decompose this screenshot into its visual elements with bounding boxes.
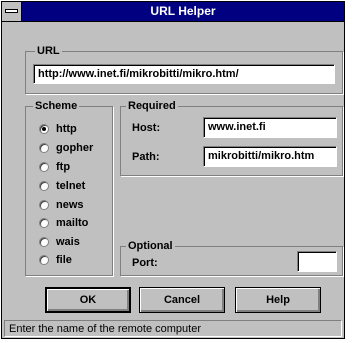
url-input[interactable]: http://www.inet.fi/mikrobitti/mikro.htm/ (33, 64, 335, 84)
window-title: URL Helper (150, 4, 216, 18)
optional-group-label: Optional (126, 240, 175, 252)
scheme-option-news[interactable]: news (39, 196, 109, 214)
scheme-option-wais[interactable]: wais (39, 233, 109, 251)
title-bar: URL Helper (2, 2, 344, 22)
ok-button[interactable]: OK (45, 287, 131, 313)
url-helper-dialog: URL Helper URL http://www.inet.fi/mikrob… (1, 1, 345, 339)
host-label: Host: (132, 122, 161, 134)
required-group-label: Required (126, 100, 178, 112)
scheme-option-http[interactable]: http (39, 120, 109, 138)
radio-icon (39, 162, 49, 172)
scheme-option-file[interactable]: file (39, 251, 109, 269)
scheme-option-label: telnet (56, 180, 86, 192)
scheme-option-label: gopher (56, 142, 94, 154)
scheme-option-mailto[interactable]: mailto (39, 214, 109, 232)
radio-icon (39, 200, 49, 210)
path-label: Path: (132, 151, 160, 163)
scheme-group-label: Scheme (33, 100, 80, 112)
scheme-option-label: ftp (56, 161, 71, 173)
radio-icon (39, 237, 49, 247)
host-input[interactable]: www.inet.fi (203, 117, 337, 138)
help-button[interactable]: Help (235, 287, 321, 313)
radio-icon (39, 218, 49, 228)
radio-icon (39, 181, 49, 191)
status-bar: Enter the name of the remote computer (4, 320, 342, 337)
port-label: Port: (132, 257, 158, 269)
scheme-option-label: http (56, 123, 77, 135)
port-input[interactable] (297, 251, 337, 272)
system-menu-button[interactable] (2, 2, 22, 21)
scheme-option-ftp[interactable]: ftp (39, 158, 109, 176)
path-input[interactable]: mikrobitti/mikro.htm (203, 146, 337, 167)
radio-checked-icon (39, 124, 49, 134)
radio-icon (39, 143, 49, 153)
scheme-option-label: news (56, 199, 84, 211)
system-menu-icon (5, 9, 18, 13)
scheme-option-gopher[interactable]: gopher (39, 139, 109, 157)
cancel-button[interactable]: Cancel (139, 287, 225, 313)
scheme-option-telnet[interactable]: telnet (39, 177, 109, 195)
scheme-option-label: wais (56, 236, 80, 248)
radio-icon (39, 255, 49, 265)
scheme-option-label: mailto (56, 217, 89, 229)
scheme-option-label: file (56, 254, 72, 266)
url-group-label: URL (35, 45, 62, 57)
